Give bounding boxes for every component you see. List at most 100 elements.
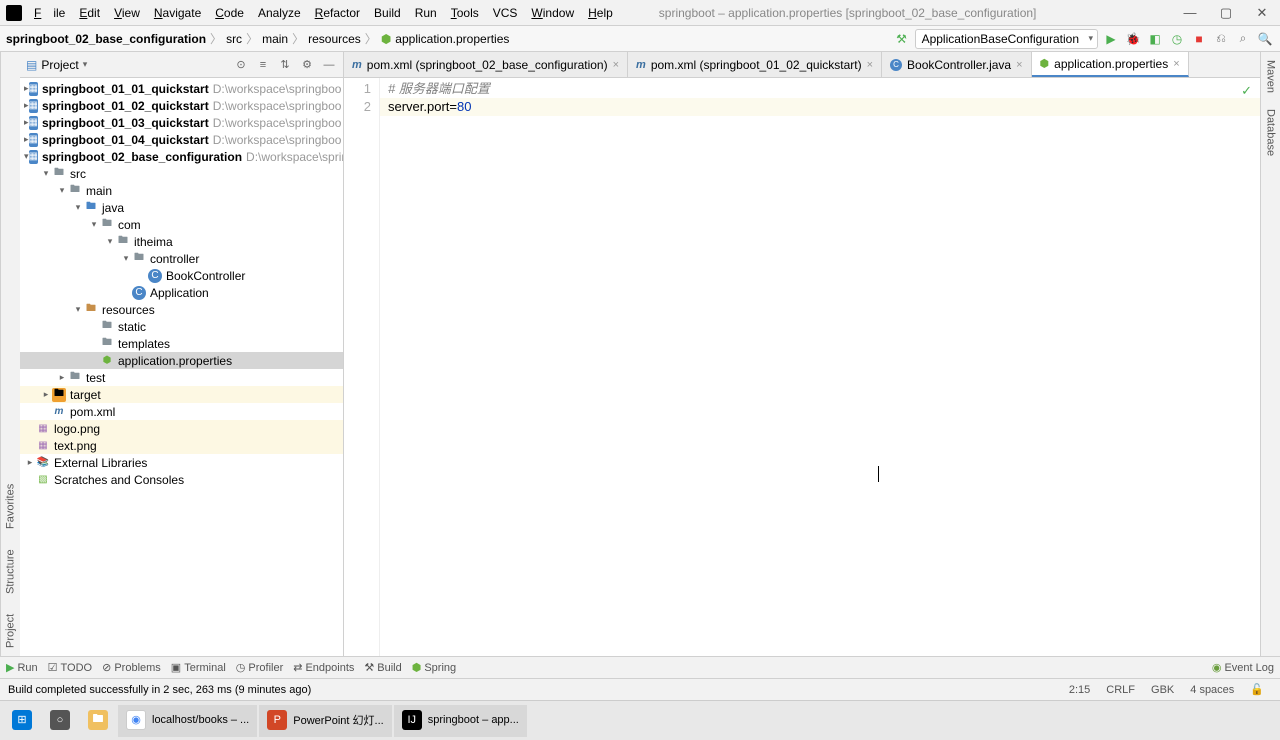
maximize-button[interactable]: ▢ [1208,0,1244,26]
tool-tab-endpoints[interactable]: ⇄Endpoints [293,661,354,674]
close-icon[interactable]: × [1173,58,1179,70]
menu-refactor[interactable]: Refactor [309,4,366,22]
tree-scratches[interactable]: ▧Scratches and Consoles [20,471,343,488]
breadcrumb-src[interactable]: src [226,32,242,46]
tree-package-controller[interactable]: ▾🖿controller [20,250,343,267]
tree-class-bookcontroller[interactable]: CBookController [20,267,343,284]
menu-build[interactable]: Build [368,4,407,22]
status-readonly-icon[interactable]: 🔓 [1242,683,1272,696]
menu-edit[interactable]: Edit [73,4,106,22]
tree-folder-target[interactable]: ▸🖿target [20,386,343,403]
menu-run[interactable]: Run [409,4,443,22]
close-icon[interactable]: × [613,59,619,71]
tree-package-com[interactable]: ▾🖿com [20,216,343,233]
tree-module[interactable]: ▸▦springboot_01_02_quickstartD:\workspac… [20,97,343,114]
menu-analyze[interactable]: Analyze [252,4,307,22]
status-encoding[interactable]: GBK [1143,684,1182,696]
hide-icon[interactable]: — [321,57,337,73]
coverage-icon[interactable]: ◧ [1146,30,1164,48]
project-tree[interactable]: ▸▦springboot_01_01_quickstartD:\workspac… [20,78,343,656]
tool-tab-todo[interactable]: ☑TODO [48,661,92,674]
menu-help[interactable]: Help [582,4,619,22]
stop-icon[interactable]: ■ [1190,30,1208,48]
tree-folder-resources[interactable]: ▾🖿resources [20,301,343,318]
build-icon[interactable]: ⚒ [893,30,911,48]
status-caret-position[interactable]: 2:15 [1061,684,1098,696]
settings-icon[interactable]: ⚙ [299,57,315,73]
left-tab-structure[interactable]: Structure [5,549,17,594]
right-tab-maven[interactable]: Maven [1265,60,1277,93]
tree-module[interactable]: ▸▦springboot_01_03_quickstartD:\workspac… [20,114,343,131]
module-icon: ▦ [29,133,38,147]
menu-tools[interactable]: Tools [445,4,485,22]
tree-module[interactable]: ▾▦springboot_02_base_configurationD:\wor… [20,148,343,165]
tree-folder-test[interactable]: ▸🖿test [20,369,343,386]
search-everywhere-icon[interactable]: ⌕ [1234,30,1252,48]
taskbar-explorer[interactable]: 🖿 [80,705,116,737]
tree-folder-java[interactable]: ▾🖿java [20,199,343,216]
tree-folder-templates[interactable]: 🖿templates [20,335,343,352]
run-configuration-select[interactable]: ApplicationBaseConfiguration [915,29,1098,49]
start-button[interactable]: ⊞ [4,705,40,737]
collapse-all-icon[interactable]: ⇅ [277,57,293,73]
tree-class-application[interactable]: CApplication [20,284,343,301]
inspection-ok-icon[interactable]: ✓ [1241,82,1252,100]
tree-folder-static[interactable]: 🖿static [20,318,343,335]
tool-tab-eventlog[interactable]: ◉Event Log [1212,661,1274,674]
breadcrumb-main[interactable]: main [262,32,288,46]
tab-application-properties[interactable]: ⬢application.properties× [1032,52,1189,77]
tab-pom-base[interactable]: mpom.xml (springboot_02_base_configurati… [344,52,628,77]
find-icon[interactable]: 🔍 [1256,30,1274,48]
tool-tab-build[interactable]: ⚒Build [364,661,401,674]
menu-window[interactable]: Window [525,4,580,22]
close-icon[interactable]: × [1016,59,1022,71]
debug-icon[interactable]: 🐞 [1124,30,1142,48]
close-icon[interactable]: × [867,59,873,71]
menu-vcs[interactable]: VCS [487,4,524,22]
profiler-icon[interactable]: ◷ [1168,30,1186,48]
tree-module[interactable]: ▸▦springboot_01_04_quickstartD:\workspac… [20,131,343,148]
menu-view[interactable]: View [108,4,146,22]
left-tab-favorites[interactable]: Favorites [5,484,17,529]
tool-tab-terminal[interactable]: ▣Terminal [171,661,226,674]
left-tab-project[interactable]: Project [5,614,17,648]
menu-file[interactable]: File [28,4,71,22]
right-tab-database[interactable]: Database [1265,109,1277,156]
breadcrumb-resources[interactable]: resources [308,32,361,46]
status-message: Build completed successfully in 2 sec, 2… [8,684,311,696]
menu-code[interactable]: Code [209,4,250,22]
tool-tab-profiler[interactable]: ◷Profiler [236,661,283,674]
breadcrumb-project[interactable]: springboot_02_base_configuration [6,32,206,46]
tree-external-libraries[interactable]: ▸📚External Libraries [20,454,343,471]
tree-package-itheima[interactable]: ▾🖿itheima [20,233,343,250]
tree-folder-main[interactable]: ▾🖿main [20,182,343,199]
code-content[interactable]: # 服务器端口配置 server.port=80 ✓ [380,78,1260,656]
expand-all-icon[interactable]: ≡ [255,57,271,73]
breadcrumb-file[interactable]: application.properties [395,32,509,46]
close-button[interactable]: ✕ [1244,0,1280,26]
code-editor[interactable]: 1 2 # 服务器端口配置 server.port=80 ✓ [344,78,1260,656]
tool-tab-spring[interactable]: ⬢Spring [412,661,456,674]
git-icon[interactable]: ⎌ [1212,30,1230,48]
tree-file-application-properties[interactable]: ⬢application.properties [20,352,343,369]
status-line-ending[interactable]: CRLF [1098,684,1143,696]
run-icon[interactable]: ▶ [1102,30,1120,48]
tree-file-pom[interactable]: mpom.xml [20,403,343,420]
taskbar-powerpoint[interactable]: PPowerPoint 幻灯... [259,705,391,737]
tab-pom-quickstart[interactable]: mpom.xml (springboot_01_02_quickstart)× [628,52,882,77]
select-opened-file-icon[interactable]: ⊙ [233,57,249,73]
tree-file-logo[interactable]: ▦logo.png [20,420,343,437]
taskbar-intellij[interactable]: IJspringboot – app... [394,705,527,737]
project-panel-title[interactable]: ▤ Project ▾ [26,58,87,72]
tab-bookcontroller[interactable]: CBookController.java× [882,52,1032,77]
taskbar-search[interactable]: ○ [42,705,78,737]
tree-file-text[interactable]: ▦text.png [20,437,343,454]
menu-navigate[interactable]: Navigate [148,4,207,22]
tool-tab-problems[interactable]: ⊘Problems [102,661,161,674]
minimize-button[interactable]: — [1172,0,1208,26]
taskbar-chrome[interactable]: ◉localhost/books – ... [118,705,257,737]
status-indent[interactable]: 4 spaces [1182,684,1242,696]
tool-tab-run[interactable]: ▶Run [6,661,38,674]
tree-folder-src[interactable]: ▾🖿src [20,165,343,182]
tree-module[interactable]: ▸▦springboot_01_01_quickstartD:\workspac… [20,80,343,97]
